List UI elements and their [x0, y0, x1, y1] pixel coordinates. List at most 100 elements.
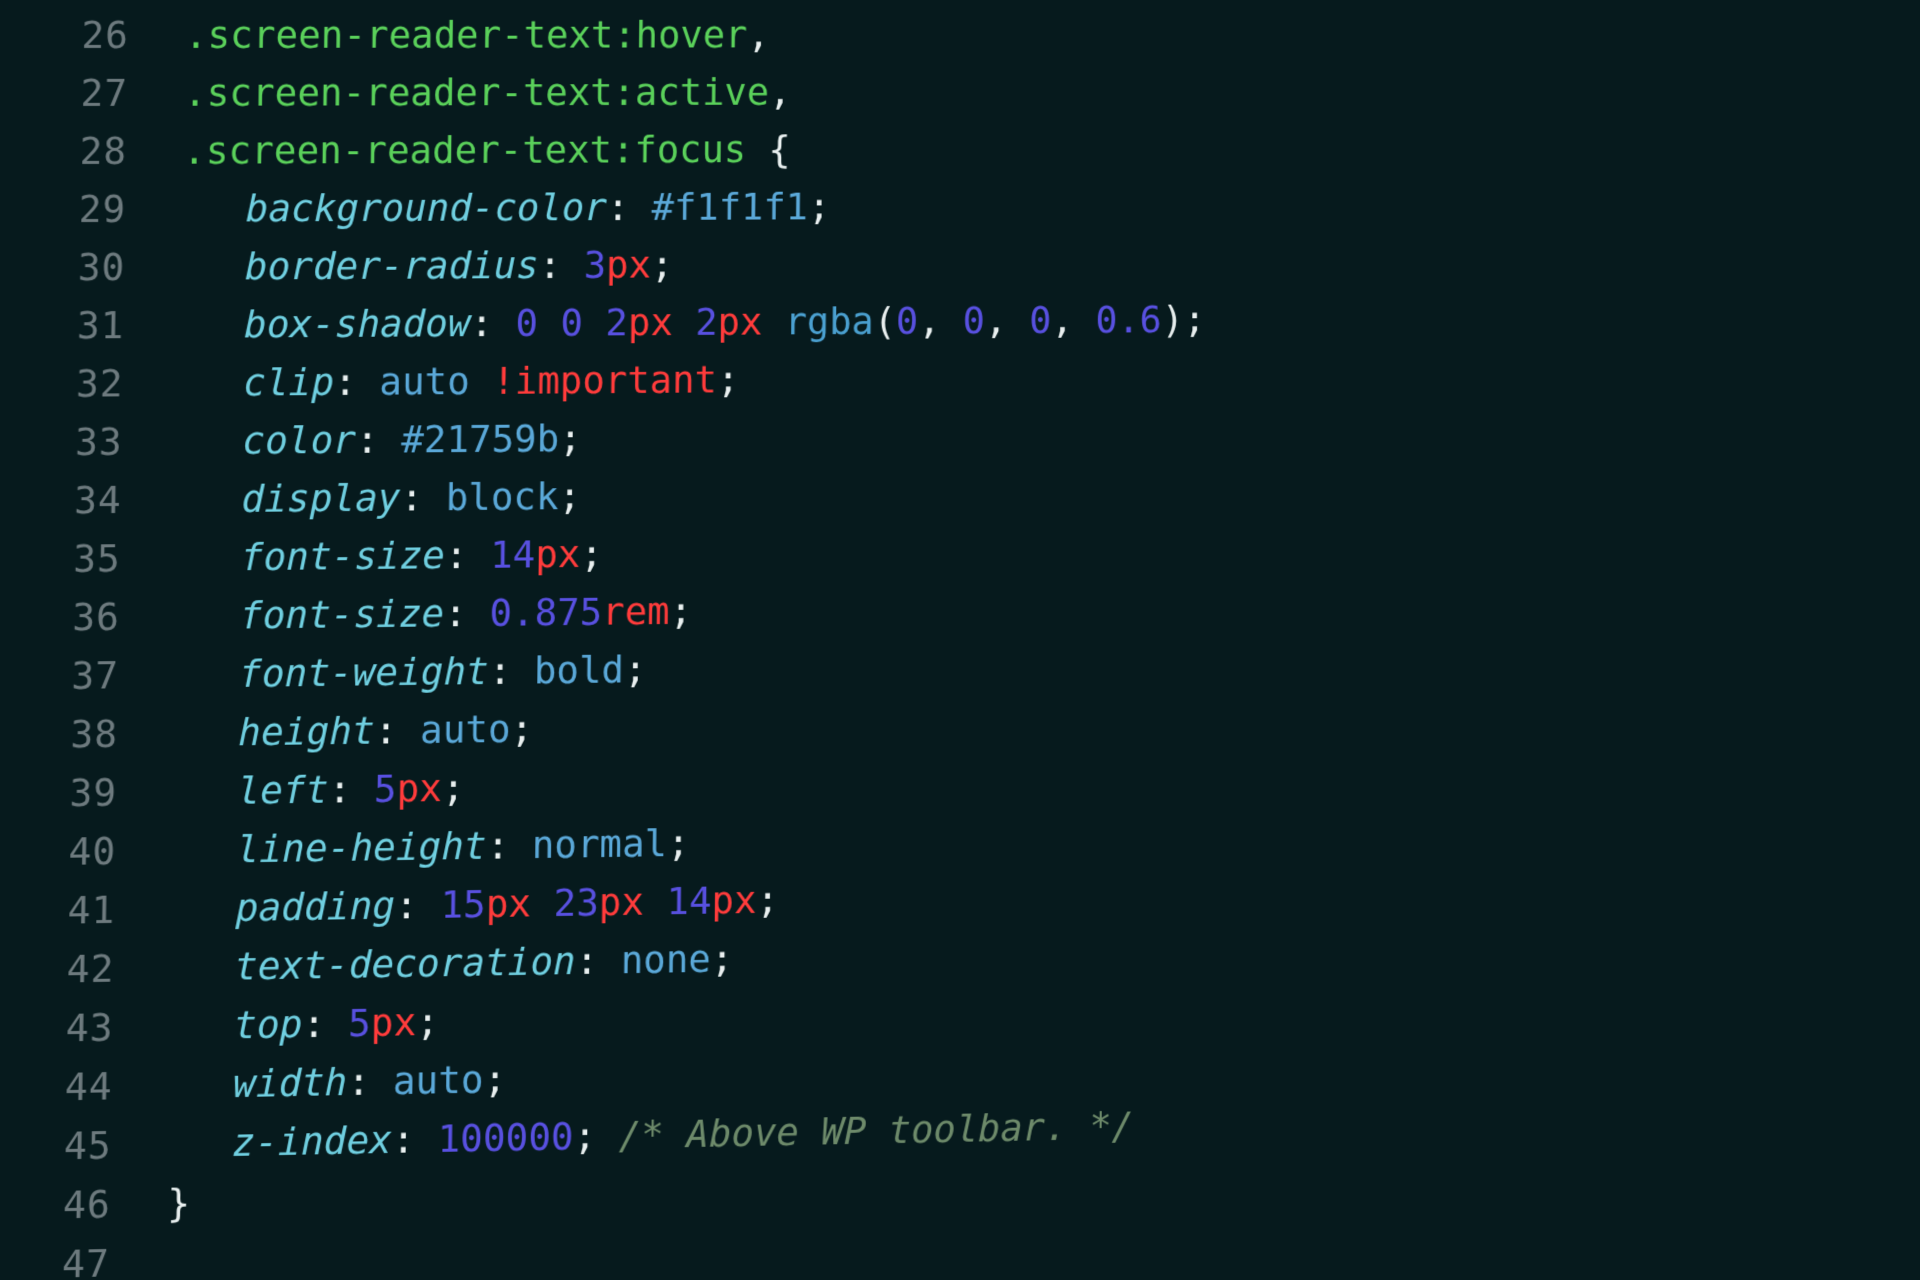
token-num: 0	[560, 301, 583, 345]
token-punc: ,	[1051, 298, 1096, 342]
token-num: 3	[583, 243, 606, 287]
token-punc: :	[356, 417, 402, 461]
token-prop: background-color	[245, 185, 607, 230]
token-num: 0	[1029, 298, 1051, 342]
token-punc: :	[302, 1001, 348, 1046]
token-punc	[531, 881, 554, 926]
code-content[interactable]	[138, 1239, 1857, 1276]
code-line[interactable]: 29background-color: #f1f1f1;	[0, 175, 1858, 239]
line-number: 35	[0, 529, 149, 589]
token-punc: :	[392, 1117, 438, 1162]
token-punc: :	[486, 823, 532, 868]
token-val: block	[445, 474, 558, 519]
token-punc: ,	[747, 13, 770, 56]
code-content[interactable]: border-radius: 3px;	[153, 231, 1858, 296]
token-val: #f1f1f1	[651, 185, 808, 229]
line-number: 26	[0, 6, 157, 64]
line-number: 46	[0, 1174, 140, 1236]
token-punc: ;	[416, 999, 439, 1044]
token-val: auto	[392, 1057, 483, 1103]
code-content[interactable]: .screen-reader-text:focus {	[155, 118, 1858, 179]
code-line[interactable]: 30border-radius: 3px;	[0, 231, 1858, 297]
code-content[interactable]: .screen-reader-text:hover,	[156, 6, 1858, 64]
token-num: 0	[515, 301, 538, 345]
token-unit: px	[371, 1000, 417, 1045]
token-val: auto	[379, 359, 470, 404]
token-num: 0	[896, 299, 919, 343]
token-punc	[583, 301, 606, 345]
token-unit: px	[606, 243, 651, 287]
token-unit: px	[717, 300, 762, 344]
token-num: 5	[348, 1001, 371, 1046]
token-val: bold	[534, 647, 625, 692]
token-punc: :	[374, 708, 420, 753]
token-val: none	[620, 937, 711, 983]
token-punc: :	[445, 533, 491, 577]
token-punc: :	[395, 883, 441, 928]
token-punc: ;	[808, 185, 831, 229]
code-line[interactable]: 27.screen-reader-text:active,	[0, 62, 1858, 122]
line-number: 36	[0, 587, 148, 647]
token-punc: :	[607, 185, 652, 229]
token-punc	[762, 300, 785, 344]
token-punc: :	[444, 591, 490, 636]
token-val: #21759b	[401, 416, 560, 461]
token-prop: padding	[235, 883, 395, 930]
code-line[interactable]: 26.screen-reader-text:hover,	[0, 6, 1858, 64]
token-punc: }	[167, 1180, 191, 1225]
line-number: 40	[0, 821, 145, 882]
token-prop: top	[234, 1002, 303, 1048]
token-num: 23	[553, 880, 599, 925]
token-prop: color	[242, 418, 356, 463]
line-number: 43	[0, 997, 142, 1059]
token-punc: ;	[667, 821, 690, 865]
line-number: 45	[0, 1115, 140, 1177]
token-prop: border-radius	[245, 243, 539, 288]
line-number: 47	[0, 1233, 139, 1280]
token-punc: ;	[573, 1113, 619, 1158]
token-punc: ;	[756, 878, 779, 922]
token-unit: px	[535, 532, 581, 576]
token-prop: left	[237, 767, 329, 813]
line-number: 37	[0, 646, 148, 706]
token-punc: ;	[711, 936, 734, 981]
token-punc: ;	[624, 647, 647, 691]
token-punc: ;	[651, 243, 674, 287]
token-punc: ;	[559, 416, 582, 460]
code-line[interactable]: 28.screen-reader-text:focus {	[0, 118, 1858, 180]
token-imp: !important	[492, 358, 717, 403]
token-num: 5	[374, 766, 397, 811]
code-content[interactable]: .screen-reader-text:active,	[156, 62, 1859, 122]
line-number: 44	[0, 1056, 141, 1118]
line-number: 33	[0, 412, 151, 472]
code-content[interactable]: box-shadow: 0 0 2px 2px rgba(0, 0, 0, 0.…	[152, 287, 1858, 354]
line-number: 41	[0, 880, 144, 941]
token-punc: ;	[558, 474, 581, 518]
token-prop: text-decoration	[234, 939, 575, 989]
token-unit: px	[628, 300, 673, 344]
line-number: 38	[0, 704, 147, 765]
line-number: 30	[0, 238, 154, 297]
token-punc: (	[874, 299, 897, 343]
token-val: auto	[420, 707, 511, 752]
token-punc: :	[328, 767, 374, 812]
code-editor[interactable]: 26.screen-reader-text:hover,27.screen-re…	[0, 0, 1858, 1280]
token-prop: font-size	[240, 533, 445, 579]
code-content[interactable]: background-color: #f1f1f1;	[154, 175, 1858, 238]
token-punc: ;	[580, 532, 603, 576]
line-number: 28	[0, 122, 156, 180]
line-number: 42	[0, 939, 143, 1000]
token-num: 14	[666, 879, 711, 924]
token-punc	[469, 359, 492, 403]
token-prop: font-size	[240, 591, 445, 637]
token-punc	[673, 300, 696, 344]
token-prop: line-height	[236, 824, 487, 872]
token-cmt: /* Above WP toolbar. */	[619, 1103, 1134, 1157]
token-punc: ;	[483, 1057, 506, 1102]
token-punc: {	[746, 127, 791, 171]
token-unit: px	[396, 766, 442, 811]
token-sel: .screen-reader-text:hover	[184, 13, 747, 57]
token-num: 0.6	[1095, 298, 1161, 342]
token-punc: :	[400, 475, 446, 519]
token-punc: :	[575, 938, 621, 983]
